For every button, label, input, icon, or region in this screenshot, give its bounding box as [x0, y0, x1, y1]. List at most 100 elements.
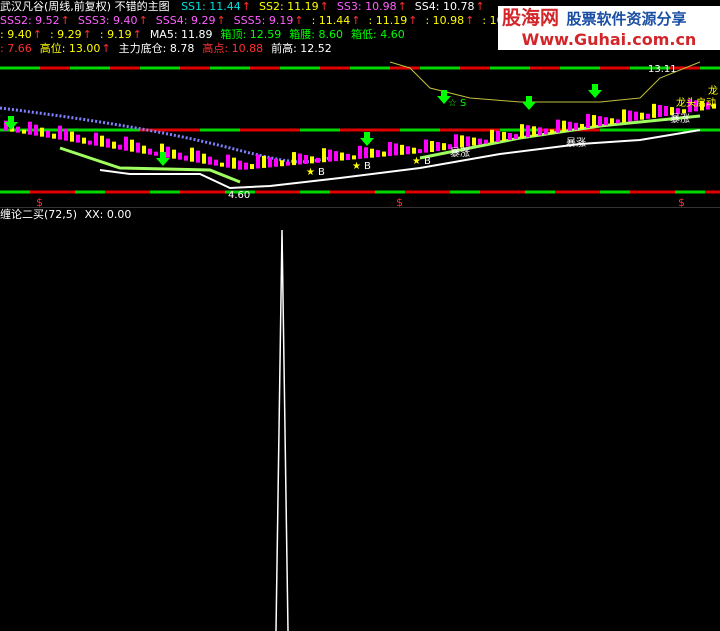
candle [550, 129, 554, 134]
indicator-label: SS4 [414, 0, 436, 13]
sub-indicator-chart[interactable] [0, 222, 720, 631]
candle [250, 164, 254, 170]
indicator-number: 11.44 [205, 0, 241, 13]
indicator-number: 9.19 [265, 14, 294, 27]
indicator-value: SS4: 10.78↑ [414, 0, 485, 13]
indicator-value: 高点: 10.88 [202, 42, 264, 55]
candle [532, 126, 536, 137]
signal-arrow-icon [588, 84, 602, 98]
candle [376, 150, 380, 158]
indicator-value: 高位: 13.00↑ [39, 42, 111, 55]
candle [112, 141, 116, 149]
indicator-number: 9.52 [31, 14, 60, 27]
candle [490, 129, 494, 143]
indicator-values-row1: SS1: 11.44↑ SS2: 11.19↑ SS3: 10.98↑ SS4: 10… [181, 0, 493, 13]
candle [106, 138, 110, 148]
candle [40, 127, 44, 137]
sub-chart-title: 缠论二买(72,5) [0, 208, 78, 221]
svg-text:★: ★ [306, 167, 315, 178]
candle [280, 160, 284, 167]
candle [484, 139, 488, 144]
surge-label: 暴涨 [566, 137, 586, 149]
xx-label: XX [84, 208, 100, 221]
sub-chart-header: 缠论二买(72,5) XX: 0.00 [0, 208, 132, 221]
site-watermark: 股海网 股票软件资源分享 Www.Guhai.com.cn [498, 6, 720, 50]
buy-signal-label: B [364, 161, 371, 172]
candle [466, 136, 470, 147]
indicator-label: 箱腰 [289, 28, 312, 41]
candle [154, 151, 158, 156]
up-arrow-icon: ↑ [138, 14, 148, 27]
indicator-value: SSS2: 9.52↑ [0, 14, 70, 27]
indicator-value: : 11.44↑ [311, 14, 361, 27]
indicator-number: 9.40 [3, 28, 32, 41]
candle [364, 147, 368, 159]
indicator-number: 10.78 [439, 0, 475, 13]
candle [514, 134, 518, 140]
candle [298, 153, 302, 165]
dragon-label: 龙 [708, 84, 718, 97]
indicator-label: 主力底仓 [118, 42, 163, 55]
header-row-3: : 9.40↑: 9.29↑: 9.19↑ MA5: 11.89 箱顶: 12.59… [0, 28, 413, 42]
candle [358, 145, 362, 159]
candle [508, 133, 512, 140]
candle [124, 136, 128, 151]
candle [244, 162, 248, 170]
candle [304, 154, 308, 164]
candle [646, 113, 650, 119]
indicator-value: SSS3: 9.40↑ [77, 14, 148, 27]
candle [58, 125, 62, 140]
indicator-number: 11.89 [177, 28, 213, 41]
xx-value: 0.00 [106, 208, 132, 221]
indicator-label: SSS4 [155, 14, 184, 27]
candle [316, 157, 320, 163]
candle [562, 120, 566, 132]
candle [226, 154, 230, 168]
indicator-number: 8.60 [314, 28, 343, 41]
candlestick-series [4, 99, 716, 170]
up-arrow-icon: ↑ [475, 0, 485, 13]
up-arrow-icon: ↑ [32, 28, 42, 41]
indicator-value: SSS5: 9.19↑ [233, 14, 304, 27]
candle [580, 123, 584, 129]
sell-signal-label: S [460, 98, 466, 109]
candle [610, 118, 614, 125]
candle [604, 117, 608, 126]
candle [412, 147, 416, 154]
indicator-number: 8.78 [166, 42, 195, 55]
up-arrow-icon: ↑ [101, 42, 111, 55]
watermark-brand: 股海网 [502, 7, 560, 29]
candle [538, 127, 542, 136]
candle [262, 155, 266, 168]
candle [382, 151, 386, 157]
candle [118, 144, 122, 150]
candle [82, 137, 86, 144]
watermark-url: Www.Guhai.com.cn [521, 30, 697, 49]
candle [22, 129, 26, 134]
candle [346, 153, 350, 160]
candle [46, 130, 50, 138]
indicator-number: 12.59 [246, 28, 282, 41]
candle [292, 152, 296, 166]
candle [220, 162, 224, 167]
indicator-value: : 10.98↑ [425, 14, 475, 27]
candle [16, 126, 20, 133]
indicator-label: 箱低 [350, 28, 373, 41]
candle [406, 146, 410, 155]
buy-labels: ★ B ★ B ★ B ☆ S 暴涨 暴涨 暴涨 龙头启动 龙 13.11 4.… [228, 64, 718, 201]
indicator-number: 7.66 [3, 42, 32, 55]
candle [478, 138, 482, 145]
indicator-label: MA5 [149, 28, 174, 41]
candle [334, 151, 338, 162]
candle [370, 148, 374, 158]
candle [34, 124, 38, 136]
indicator-number: 11.44 [315, 14, 351, 27]
up-arrow-icon: ↑ [319, 0, 329, 13]
buy-signal-label: B [318, 167, 325, 178]
main-price-chart[interactable]: ★ B ★ B ★ B ☆ S 暴涨 暴涨 暴涨 龙头启动 龙 13.11 4.… [0, 58, 720, 208]
indicator-value: 箱腰: 8.60 [289, 28, 343, 41]
indicator-number: 9.19 [103, 28, 132, 41]
signal-arrow-icon [360, 132, 374, 146]
up-arrow-icon: ↑ [82, 28, 92, 41]
candle [256, 154, 260, 169]
